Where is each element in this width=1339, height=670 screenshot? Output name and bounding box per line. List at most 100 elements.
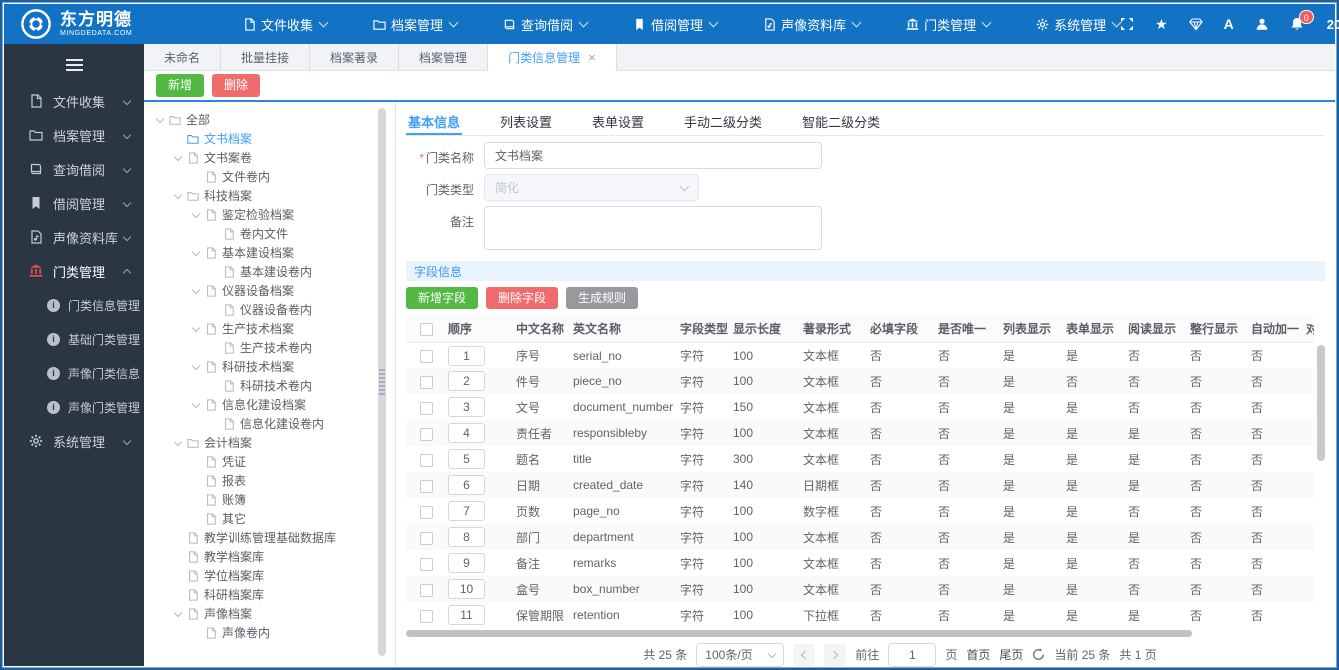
order-input[interactable]: 10 [448, 579, 485, 600]
tree-item[interactable]: 科研技术档案 [144, 357, 375, 376]
row-checkbox[interactable] [419, 505, 433, 519]
first-page-link[interactable]: 首页 [966, 646, 990, 663]
tree-item[interactable]: 教学训练管理基础数据库 [144, 528, 375, 547]
doc-tab-1[interactable]: 未命名 [144, 44, 222, 70]
sidebar-subitem-10[interactable]: i 声像门类管理 [4, 390, 144, 424]
chevron-down-icon[interactable] [172, 607, 186, 621]
tree-item[interactable]: 鉴定检验档案 [144, 205, 375, 224]
order-input[interactable]: 8 [448, 527, 485, 548]
remark-textarea[interactable] [484, 206, 822, 250]
sidebar-item-5[interactable]: 声像资料库 [4, 220, 144, 254]
tree-item[interactable]: 生产技术档案 [144, 319, 375, 338]
tree-item[interactable]: 基本建设档案 [144, 243, 375, 262]
close-icon[interactable]: × [588, 51, 596, 64]
order-input[interactable]: 9 [448, 553, 485, 574]
font-size-icon[interactable]: A [1224, 17, 1234, 31]
page-size-select[interactable]: 100条/页 [696, 642, 785, 667]
tree-item[interactable]: 生产技术卷内 [144, 338, 375, 357]
row-checkbox[interactable] [419, 609, 433, 623]
chevron-down-icon[interactable] [190, 208, 204, 222]
sidebar-item-4[interactable]: 借阅管理 [4, 186, 144, 220]
table-vertical-scrollbar[interactable] [1317, 345, 1325, 462]
row-checkbox[interactable] [419, 427, 433, 441]
chevron-down-icon[interactable] [154, 113, 168, 127]
row-checkbox[interactable] [419, 453, 433, 467]
row-checkbox[interactable] [419, 557, 433, 571]
tree-item[interactable]: 文书案卷 [144, 148, 375, 167]
prev-page-button[interactable] [793, 643, 816, 666]
add-button[interactable]: 新增 [156, 74, 205, 97]
sidebar-item-3[interactable]: 查询借阅 [4, 152, 144, 186]
chevron-down-icon[interactable] [190, 322, 204, 336]
order-input[interactable]: 5 [448, 449, 485, 470]
chevron-down-icon[interactable] [172, 436, 186, 450]
tree-scrollbar[interactable] [378, 108, 386, 656]
nav-menu-5[interactable]: 声像资料库 [763, 15, 862, 34]
tree-item[interactable]: 科研技术卷内 [144, 376, 375, 395]
doc-tab-2[interactable]: 批量挂接 [221, 44, 311, 70]
sidebar-item-1[interactable]: 文件收集 [4, 84, 144, 118]
user-icon[interactable] [1255, 17, 1269, 31]
panel-tab-3[interactable]: 表单设置 [590, 108, 646, 135]
tree-item[interactable]: 会计档案 [144, 433, 375, 452]
delete-button[interactable]: 删除 [212, 74, 261, 97]
tree-item[interactable]: 科研档案库 [144, 585, 375, 604]
order-input[interactable]: 7 [448, 501, 485, 522]
order-input[interactable]: 3 [448, 397, 485, 418]
order-input[interactable]: 2 [448, 371, 485, 392]
bell-icon[interactable]: 0 [1290, 10, 1314, 31]
nav-menu-6[interactable]: 门类管理 [906, 15, 992, 34]
sidebar-item-2[interactable]: 档案管理 [4, 118, 144, 152]
tree-item[interactable]: 信息化建设档案 [144, 395, 375, 414]
row-checkbox[interactable] [419, 401, 433, 415]
row-checkbox[interactable] [419, 583, 433, 597]
chevron-down-icon[interactable] [190, 284, 204, 298]
table-horizontal-scrollbar[interactable] [406, 630, 1314, 638]
tree-item[interactable]: 文件卷内 [144, 167, 375, 186]
order-input[interactable]: 11 [448, 605, 485, 626]
category-name-input[interactable] [484, 142, 822, 169]
gem-icon[interactable] [1188, 17, 1203, 31]
fullscreen-icon[interactable] [1120, 17, 1134, 31]
next-page-button[interactable] [824, 643, 847, 666]
sidebar-item-6[interactable]: 门类管理 [4, 254, 144, 288]
panel-tab-5[interactable]: 智能二级分类 [800, 108, 882, 135]
sidebar-item-11[interactable]: 系统管理 [4, 424, 144, 458]
sidebar-subitem-8[interactable]: i 基础门类管理 [4, 322, 144, 356]
order-input[interactable]: 4 [448, 423, 485, 444]
delete-field-button[interactable]: 删除字段 [486, 287, 559, 310]
nav-menu-2[interactable]: 档案管理 [373, 15, 459, 34]
menu-toggle-icon[interactable] [4, 50, 144, 80]
tree-item[interactable]: 科技档案 [144, 186, 375, 205]
nav-menu-1[interactable]: 文件收集 [243, 15, 329, 34]
tree-item[interactable]: 声像档案 [144, 604, 375, 623]
tree-item[interactable]: 基本建设卷内 [144, 262, 375, 281]
tree-item[interactable]: 信息化建设卷内 [144, 414, 375, 433]
tree-item[interactable]: 卷内文件 [144, 224, 375, 243]
tree-item[interactable]: 文书档案 [144, 129, 375, 148]
tree-item[interactable]: 账簿 [144, 490, 375, 509]
panel-tab-2[interactable]: 列表设置 [498, 108, 554, 135]
order-input[interactable]: 1 [448, 345, 485, 366]
tree-item[interactable]: 其它 [144, 509, 375, 528]
chevron-down-icon[interactable] [190, 398, 204, 412]
tree-item[interactable]: 凭证 [144, 452, 375, 471]
nav-menu-3[interactable]: 查询借阅 [503, 15, 589, 34]
star-icon[interactable]: ★ [1155, 17, 1168, 31]
tree-item[interactable]: 教学档案库 [144, 547, 375, 566]
chevron-down-icon[interactable] [172, 151, 186, 165]
doc-tab-5[interactable]: 门类信息管理 × [488, 44, 617, 71]
page-number-input[interactable] [888, 642, 937, 667]
refresh-icon[interactable] [1032, 648, 1045, 661]
panel-tab-4[interactable]: 手动二级分类 [682, 108, 764, 135]
nav-menu-7[interactable]: 系统管理 [1036, 15, 1122, 34]
select-all-checkbox[interactable] [419, 322, 433, 336]
chevron-down-icon[interactable] [190, 360, 204, 374]
tree-item[interactable]: 声像卷内 [144, 623, 375, 642]
tree-item[interactable]: 学位档案库 [144, 566, 375, 585]
sidebar-subitem-7[interactable]: i 门类信息管理 [4, 288, 144, 322]
row-checkbox[interactable] [419, 375, 433, 389]
last-page-link[interactable]: 尾页 [999, 646, 1023, 663]
tree-item[interactable]: 仪器设备卷内 [144, 300, 375, 319]
nav-menu-4[interactable]: 借阅管理 [633, 15, 719, 34]
